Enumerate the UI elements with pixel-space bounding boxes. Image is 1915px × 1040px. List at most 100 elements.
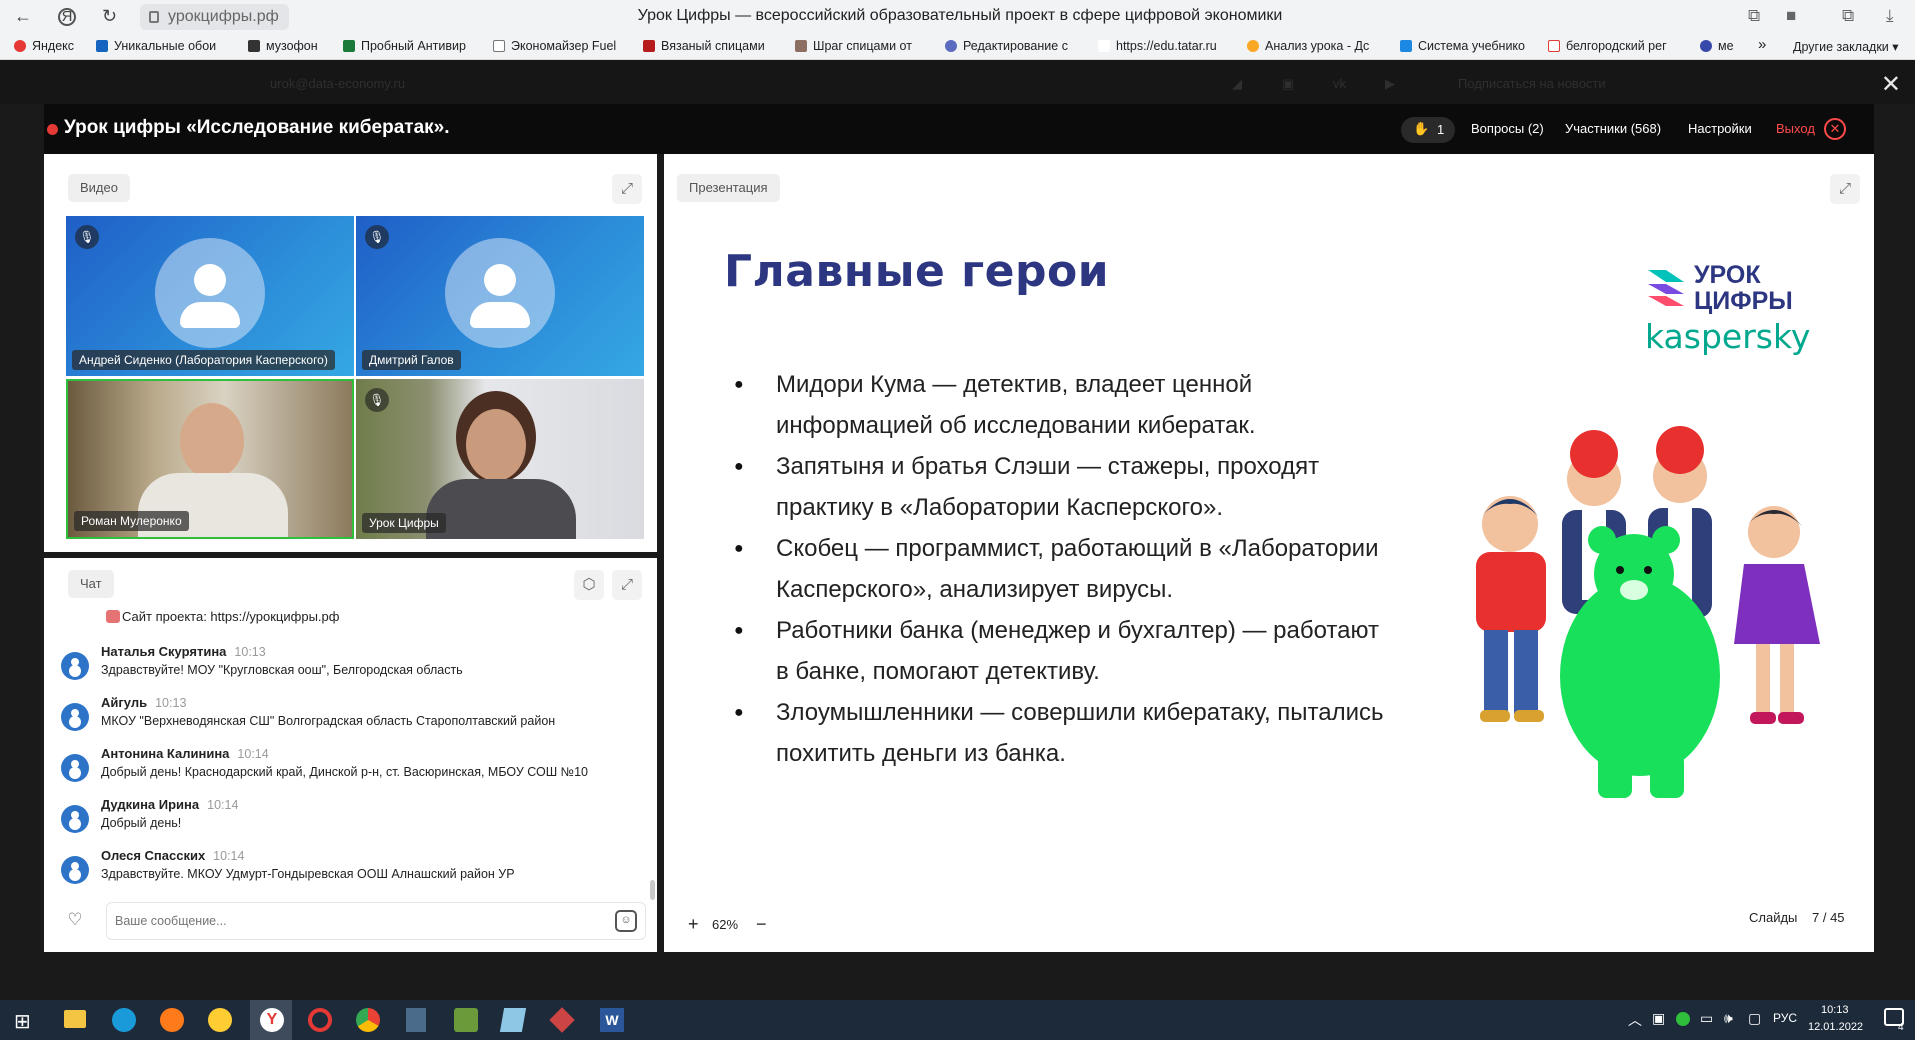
display-icon[interactable]: ▢ [1748,1010,1761,1027]
close-icon[interactable]: ✕ [1881,70,1901,99]
language-indicator[interactable]: РУС [1773,1011,1797,1025]
yandex-protect-icon[interactable]: Я [58,8,76,26]
bookmark-item[interactable]: https://edu.tatar.ru [1098,39,1217,53]
more-bookmarks-button[interactable]: » [1758,36,1766,53]
reload-icon[interactable]: ↻ [102,6,117,27]
participant-name: Дмитрий Галов [362,350,461,370]
back-icon[interactable]: ← [14,6,32,27]
bookmark-item[interactable]: ме [1700,39,1734,53]
video-panel-label: Видео [68,174,130,202]
bookmark-item[interactable]: Система учебнико [1400,39,1525,53]
participants-button[interactable]: Участники (568) [1565,121,1661,136]
word-icon[interactable]: W [600,1008,624,1032]
chat-text: Добрый день! [101,816,182,830]
yandex-icon [14,40,26,52]
bookmark-item[interactable]: Пробный Антивир [343,39,466,53]
slide-bullet: Скобец — программист, работающий в «Лабо… [734,528,1384,610]
heart-icon[interactable]: ♡ [64,910,86,932]
download-icon[interactable]: ⤓ [1886,6,1894,26]
calculator-icon[interactable] [406,1008,426,1032]
app-icon[interactable] [549,1007,575,1033]
favicon-icon [343,40,355,52]
chat-text: МКОУ "Верхневодянская СШ" Волгоградская … [101,714,556,728]
chrome-icon[interactable] [356,1008,380,1032]
questions-button[interactable]: Вопросы (2) [1471,121,1544,136]
bookmark-item[interactable]: белгородский рег [1548,39,1667,53]
bookmark-item[interactable]: Уникальные обои [96,39,216,53]
chat-time: 10:13 [234,645,266,659]
page-icon [493,40,505,52]
pinned-message: Сайт проекта: https://урокцифры.рф [106,609,339,624]
other-bookmarks-button[interactable]: Другие закладки ▾ [1793,39,1899,54]
zoom-out-button[interactable]: − [756,914,767,935]
bookmark-item[interactable]: музофон [248,39,318,53]
edge-icon[interactable] [112,1008,136,1032]
slide-bullet: Запятыня и братья Слэши — стажеры, прохо… [734,446,1384,528]
bookmark-item[interactable]: Анализ урока - Дс [1247,39,1369,53]
bookmark-item[interactable]: Редактирование с [945,39,1068,53]
clock-date[interactable]: 12.01.2022 [1808,1021,1863,1033]
expand-icon[interactable]: ⤢ [1830,174,1860,204]
raised-hands-button[interactable]: ✋ 1 [1401,117,1455,143]
url-text: урокцифры.рф [168,8,279,25]
lock-icon [149,11,159,23]
speaker-face [180,403,244,479]
app-icon[interactable] [454,1008,478,1032]
chat-author: Олеся Спасских [101,848,206,863]
opera-icon[interactable] [308,1008,332,1032]
bookmark-icon[interactable]: ■ [1786,6,1796,26]
zoom-in-button[interactable]: + [688,914,699,935]
video-tile[interactable]: 🎙 Дмитрий Галов [356,216,644,376]
favicon-icon [1247,40,1259,52]
bookmark-item[interactable]: Яндекс [14,39,74,53]
participant-name: Андрей Сиденко (Лаборатория Касперского) [72,350,335,370]
browser-toolbar: ← Я ↻ урокцифры.рф Урок Цифры — всеросси… [0,0,1915,34]
muted-mic-icon: 🎙 [365,388,389,412]
chat-author: Наталья Скурятина [101,644,227,659]
muted-mic-icon: 🎙 [365,225,389,249]
settings-button[interactable]: Настройки [1688,121,1752,136]
bookmark-item[interactable]: Вязаный спицами [643,39,765,53]
video-tile-active[interactable]: Роман Мулеронко [66,379,354,539]
favicon-icon [248,40,260,52]
chat-scrollbar[interactable] [650,880,655,900]
taskbar: ⊞ Y W ︿ ▣ ▭ 🕪 ▢ РУС 10:13 12.01.2022 4 [0,1000,1915,1040]
user-avatar-icon [61,754,89,782]
chat-author: Айгуль [101,695,148,710]
chat-panel-label: Чат [68,570,114,598]
site-header: urok@data-economy.ru ◢ ▣ vk ▶ Подписатьс… [0,60,1915,104]
favicon-icon [1700,40,1712,52]
volume-icon[interactable]: 🕪 [1724,1010,1733,1027]
expand-icon[interactable]: ⤢ [612,174,642,204]
tray-icon[interactable]: ▣ [1652,1010,1665,1027]
bookmark-item[interactable]: Шраг спицами от [795,39,912,53]
yandex-browser-icon[interactable] [208,1008,232,1032]
vk-icon: vk [1333,76,1346,91]
exit-button[interactable]: Выход [1776,121,1815,136]
tray-status-icon[interactable] [1676,1012,1690,1026]
video-tile[interactable]: 🎙 Урок Цифры [356,379,644,539]
network-icon[interactable]: ▭ [1700,1010,1713,1027]
collections-icon[interactable]: ⧉ [1842,6,1854,26]
expand-icon[interactable]: ⤢ [612,570,642,600]
windows-start-icon[interactable]: ⊞ [14,1009,31,1034]
chat-panel: Чат ⬡ ⤢ Сайт проекта: https://урокцифры.… [44,558,657,952]
address-bar[interactable]: урокцифры.рф [140,4,289,30]
tray-chevron-icon[interactable]: ︿ [1628,1010,1642,1030]
character-girl [1734,506,1820,724]
chat-message-input[interactable] [115,910,595,932]
cube-icon[interactable]: ⬡ [574,570,604,600]
clock-time[interactable]: 10:13 [1821,1004,1849,1016]
emoji-icon[interactable]: ☺ [615,910,637,932]
chat-time: 10:13 [155,696,187,710]
video-tile[interactable]: 🎙 Андрей Сиденко (Лаборатория Касперског… [66,216,354,376]
character-boy-left [1476,496,1546,722]
exit-icon[interactable]: ✕ [1824,118,1846,140]
chat-text: Здравствуйте. МКОУ Удмурт-Гондыревская О… [101,867,515,881]
chat-time: 10:14 [213,849,245,863]
firefox-icon[interactable] [160,1008,184,1032]
bookmark-item[interactable]: Экономайзер Fuel [493,39,616,53]
file-explorer-icon[interactable] [64,1010,86,1028]
translate-icon[interactable]: ⧉ [1748,6,1760,26]
notes-icon[interactable] [499,1008,527,1032]
